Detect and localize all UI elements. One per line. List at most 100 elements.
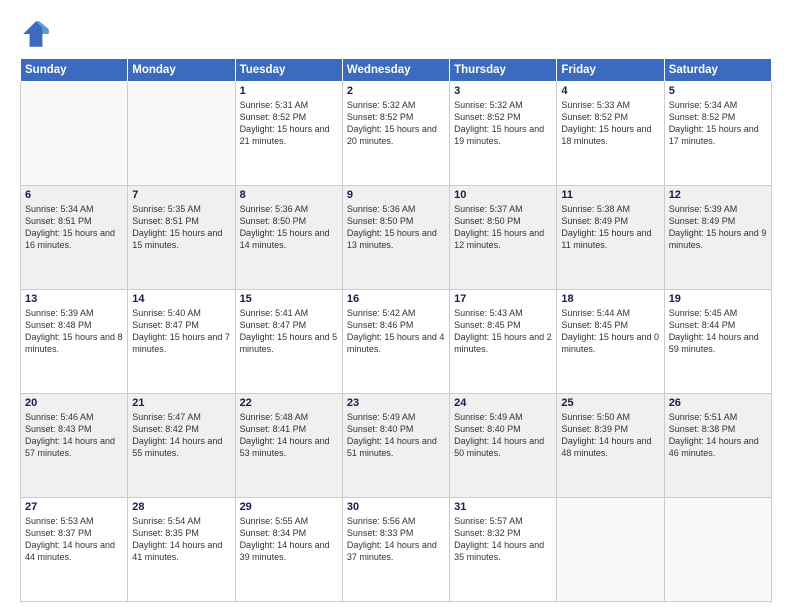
day-number: 13	[25, 293, 123, 305]
day-number: 23	[347, 397, 445, 409]
day-info: Sunrise: 5:42 AM Sunset: 8:46 PM Dayligh…	[347, 307, 445, 356]
day-info: Sunrise: 5:43 AM Sunset: 8:45 PM Dayligh…	[454, 307, 552, 356]
weekday-header-row: SundayMondayTuesdayWednesdayThursdayFrid…	[21, 59, 772, 82]
logo	[20, 18, 56, 50]
week-row-3: 13 Sunrise: 5:39 AM Sunset: 8:48 PM Dayli…	[21, 290, 772, 394]
day-number: 17	[454, 293, 552, 305]
day-info: Sunrise: 5:39 AM Sunset: 8:48 PM Dayligh…	[25, 307, 123, 356]
day-cell: 22 Sunrise: 5:48 AM Sunset: 8:41 PM Dayli…	[235, 394, 342, 498]
day-cell: 4 Sunrise: 5:33 AM Sunset: 8:52 PM Daylig…	[557, 82, 664, 186]
day-number: 21	[132, 397, 230, 409]
day-number: 7	[132, 189, 230, 201]
day-cell: 20 Sunrise: 5:46 AM Sunset: 8:43 PM Dayli…	[21, 394, 128, 498]
day-info: Sunrise: 5:31 AM Sunset: 8:52 PM Dayligh…	[240, 99, 338, 148]
day-info: Sunrise: 5:32 AM Sunset: 8:52 PM Dayligh…	[454, 99, 552, 148]
week-row-4: 20 Sunrise: 5:46 AM Sunset: 8:43 PM Dayli…	[21, 394, 772, 498]
day-info: Sunrise: 5:37 AM Sunset: 8:50 PM Dayligh…	[454, 203, 552, 252]
day-info: Sunrise: 5:39 AM Sunset: 8:49 PM Dayligh…	[669, 203, 767, 252]
day-number: 26	[669, 397, 767, 409]
day-cell: 29 Sunrise: 5:55 AM Sunset: 8:34 PM Dayli…	[235, 498, 342, 602]
day-cell	[557, 498, 664, 602]
day-cell: 8 Sunrise: 5:36 AM Sunset: 8:50 PM Daylig…	[235, 186, 342, 290]
day-info: Sunrise: 5:34 AM Sunset: 8:51 PM Dayligh…	[25, 203, 123, 252]
day-cell: 23 Sunrise: 5:49 AM Sunset: 8:40 PM Dayli…	[342, 394, 449, 498]
weekday-header-tuesday: Tuesday	[235, 59, 342, 82]
week-row-1: 1 Sunrise: 5:31 AM Sunset: 8:52 PM Daylig…	[21, 82, 772, 186]
day-cell: 2 Sunrise: 5:32 AM Sunset: 8:52 PM Daylig…	[342, 82, 449, 186]
page: SundayMondayTuesdayWednesdayThursdayFrid…	[0, 0, 792, 612]
day-info: Sunrise: 5:36 AM Sunset: 8:50 PM Dayligh…	[240, 203, 338, 252]
day-cell: 13 Sunrise: 5:39 AM Sunset: 8:48 PM Dayli…	[21, 290, 128, 394]
day-cell: 6 Sunrise: 5:34 AM Sunset: 8:51 PM Daylig…	[21, 186, 128, 290]
day-cell: 12 Sunrise: 5:39 AM Sunset: 8:49 PM Dayli…	[664, 186, 771, 290]
weekday-header-saturday: Saturday	[664, 59, 771, 82]
day-cell: 3 Sunrise: 5:32 AM Sunset: 8:52 PM Daylig…	[450, 82, 557, 186]
day-number: 22	[240, 397, 338, 409]
logo-icon	[20, 18, 52, 50]
day-number: 6	[25, 189, 123, 201]
day-info: Sunrise: 5:48 AM Sunset: 8:41 PM Dayligh…	[240, 411, 338, 460]
weekday-header-thursday: Thursday	[450, 59, 557, 82]
day-number: 5	[669, 85, 767, 97]
day-cell: 21 Sunrise: 5:47 AM Sunset: 8:42 PM Dayli…	[128, 394, 235, 498]
day-info: Sunrise: 5:54 AM Sunset: 8:35 PM Dayligh…	[132, 515, 230, 564]
day-cell	[21, 82, 128, 186]
calendar: SundayMondayTuesdayWednesdayThursdayFrid…	[20, 58, 772, 602]
day-number: 19	[669, 293, 767, 305]
day-cell: 25Sunrise: 5:50 AM Sunset: 8:39 PM Dayli…	[557, 394, 664, 498]
day-info: Sunrise: 5:34 AM Sunset: 8:52 PM Dayligh…	[669, 99, 767, 148]
day-cell: 14 Sunrise: 5:40 AM Sunset: 8:47 PM Dayli…	[128, 290, 235, 394]
day-number: 27	[25, 501, 123, 513]
day-number: 11	[561, 189, 659, 201]
day-cell	[128, 82, 235, 186]
day-info: Sunrise: 5:33 AM Sunset: 8:52 PM Dayligh…	[561, 99, 659, 148]
day-info: Sunrise: 5:46 AM Sunset: 8:43 PM Dayligh…	[25, 411, 123, 460]
weekday-header-monday: Monday	[128, 59, 235, 82]
day-cell: 10Sunrise: 5:37 AM Sunset: 8:50 PM Dayli…	[450, 186, 557, 290]
day-info: Sunrise: 5:35 AM Sunset: 8:51 PM Dayligh…	[132, 203, 230, 252]
day-info: Sunrise: 5:41 AM Sunset: 8:47 PM Dayligh…	[240, 307, 338, 356]
day-cell: 9Sunrise: 5:36 AM Sunset: 8:50 PM Daylig…	[342, 186, 449, 290]
day-cell: 26Sunrise: 5:51 AM Sunset: 8:38 PM Dayli…	[664, 394, 771, 498]
day-number: 3	[454, 85, 552, 97]
day-cell: 17 Sunrise: 5:43 AM Sunset: 8:45 PM Dayli…	[450, 290, 557, 394]
day-cell: 11Sunrise: 5:38 AM Sunset: 8:49 PM Dayli…	[557, 186, 664, 290]
day-info: Sunrise: 5:45 AM Sunset: 8:44 PM Dayligh…	[669, 307, 767, 356]
day-cell: 27 Sunrise: 5:53 AM Sunset: 8:37 PM Dayli…	[21, 498, 128, 602]
day-number: 1	[240, 85, 338, 97]
day-number: 24	[454, 397, 552, 409]
day-cell: 16Sunrise: 5:42 AM Sunset: 8:46 PM Dayli…	[342, 290, 449, 394]
day-info: Sunrise: 5:49 AM Sunset: 8:40 PM Dayligh…	[454, 411, 552, 460]
day-cell: 19 Sunrise: 5:45 AM Sunset: 8:44 PM Dayli…	[664, 290, 771, 394]
day-number: 29	[240, 501, 338, 513]
day-number: 31	[454, 501, 552, 513]
day-info: Sunrise: 5:32 AM Sunset: 8:52 PM Dayligh…	[347, 99, 445, 148]
day-cell: 15Sunrise: 5:41 AM Sunset: 8:47 PM Dayli…	[235, 290, 342, 394]
day-info: Sunrise: 5:53 AM Sunset: 8:37 PM Dayligh…	[25, 515, 123, 564]
day-number: 12	[669, 189, 767, 201]
day-number: 8	[240, 189, 338, 201]
day-cell	[664, 498, 771, 602]
day-info: Sunrise: 5:47 AM Sunset: 8:42 PM Dayligh…	[132, 411, 230, 460]
header	[20, 18, 772, 50]
day-number: 20	[25, 397, 123, 409]
day-number: 9	[347, 189, 445, 201]
day-cell: 30 Sunrise: 5:56 AM Sunset: 8:33 PM Dayli…	[342, 498, 449, 602]
day-info: Sunrise: 5:49 AM Sunset: 8:40 PM Dayligh…	[347, 411, 445, 460]
day-number: 4	[561, 85, 659, 97]
day-cell: 28 Sunrise: 5:54 AM Sunset: 8:35 PM Dayli…	[128, 498, 235, 602]
day-number: 28	[132, 501, 230, 513]
week-row-2: 6 Sunrise: 5:34 AM Sunset: 8:51 PM Daylig…	[21, 186, 772, 290]
day-number: 14	[132, 293, 230, 305]
day-number: 30	[347, 501, 445, 513]
day-cell: 31 Sunrise: 5:57 AM Sunset: 8:32 PM Dayli…	[450, 498, 557, 602]
day-info: Sunrise: 5:56 AM Sunset: 8:33 PM Dayligh…	[347, 515, 445, 564]
day-cell: 1 Sunrise: 5:31 AM Sunset: 8:52 PM Daylig…	[235, 82, 342, 186]
day-number: 2	[347, 85, 445, 97]
day-info: Sunrise: 5:40 AM Sunset: 8:47 PM Dayligh…	[132, 307, 230, 356]
day-info: Sunrise: 5:55 AM Sunset: 8:34 PM Dayligh…	[240, 515, 338, 564]
weekday-header-wednesday: Wednesday	[342, 59, 449, 82]
day-info: Sunrise: 5:57 AM Sunset: 8:32 PM Dayligh…	[454, 515, 552, 564]
week-row-5: 27 Sunrise: 5:53 AM Sunset: 8:37 PM Dayli…	[21, 498, 772, 602]
day-cell: 18Sunrise: 5:44 AM Sunset: 8:45 PM Dayli…	[557, 290, 664, 394]
